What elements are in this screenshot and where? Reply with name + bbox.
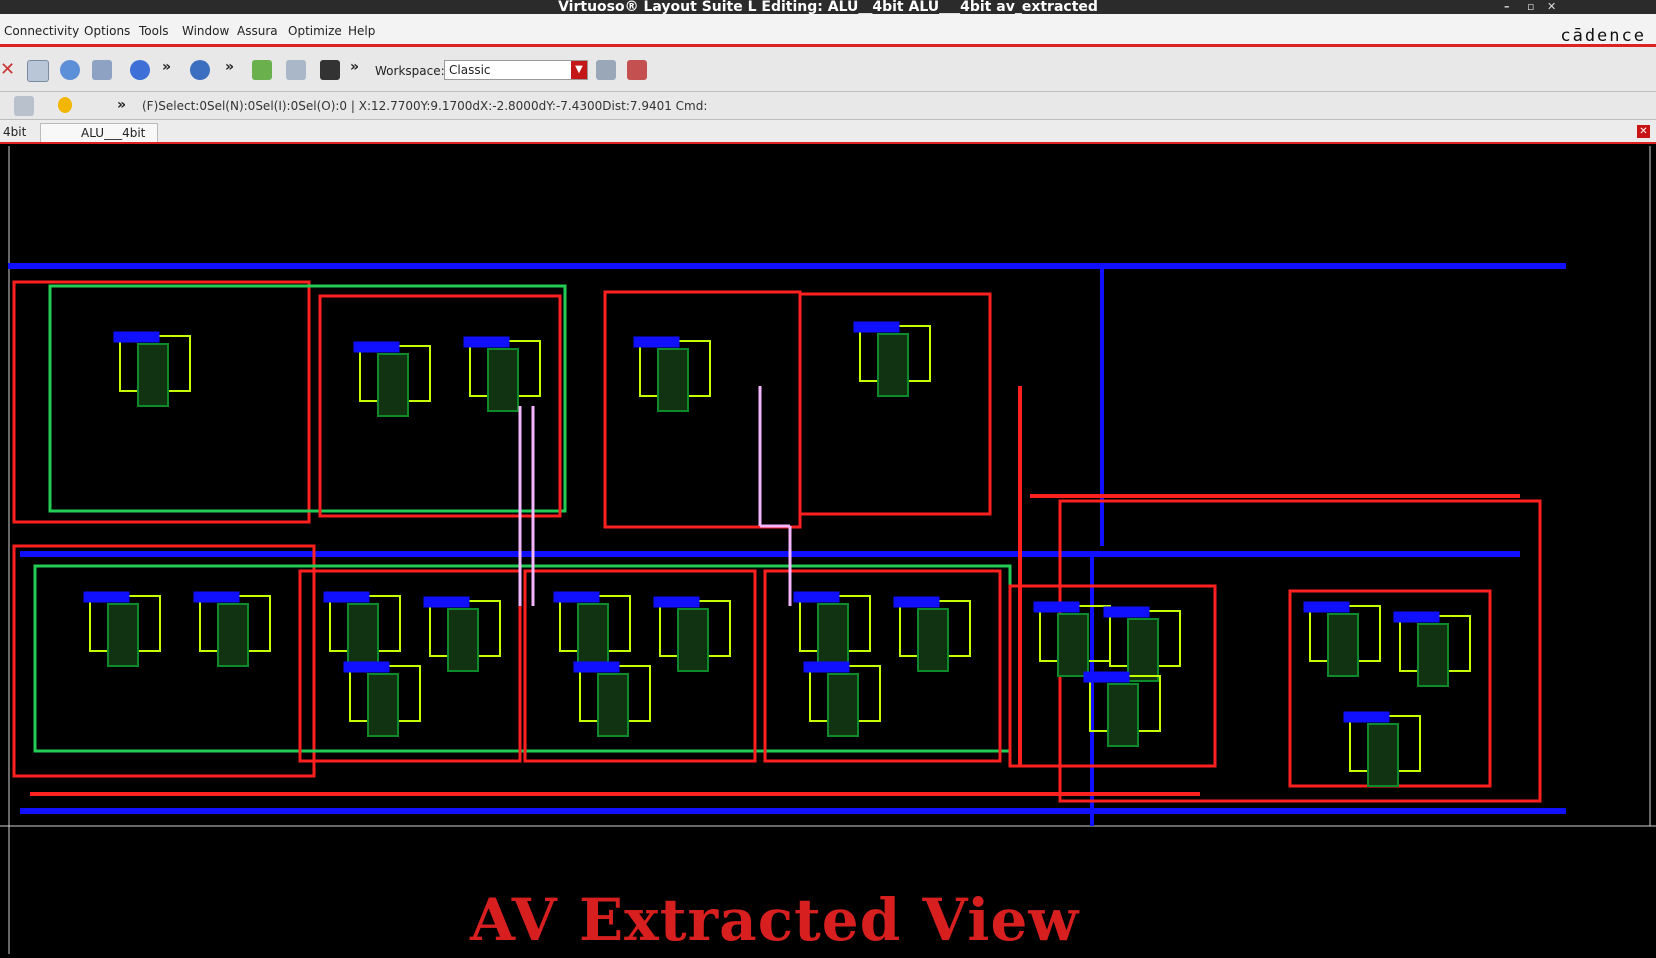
menu-window[interactable]: Window bbox=[182, 24, 229, 38]
poly-gate bbox=[377, 353, 409, 417]
tab-bar: 4bit ALU___4bit ✕ bbox=[0, 120, 1656, 144]
metal-contact bbox=[853, 321, 900, 333]
workspace-load-icon[interactable] bbox=[627, 60, 647, 80]
cell-outline bbox=[12, 544, 316, 778]
poly-gate bbox=[447, 608, 479, 672]
poly-gate bbox=[1327, 613, 1359, 677]
tab-alu-4bit[interactable]: ALU___4bit bbox=[40, 123, 158, 142]
menu-optimize[interactable]: Optimize bbox=[288, 24, 342, 38]
workspace-save-icon[interactable] bbox=[596, 60, 616, 80]
close-icon[interactable]: ✕ bbox=[0, 60, 15, 80]
tab-close-icon[interactable]: ✕ bbox=[1637, 125, 1650, 138]
poly-gate bbox=[677, 608, 709, 672]
metal-contact bbox=[803, 661, 850, 673]
poly-gate bbox=[917, 608, 949, 672]
align-icon[interactable] bbox=[92, 60, 112, 80]
metal-contact bbox=[573, 661, 620, 673]
main-toolbar: ✕ » » » Workspace: Classic ▼ bbox=[0, 47, 1656, 92]
poly-gate bbox=[1107, 683, 1139, 747]
toolbar-more-button[interactable]: » bbox=[162, 59, 171, 75]
menu-options[interactable]: Options bbox=[84, 24, 130, 38]
metal-contact bbox=[113, 331, 160, 343]
library-icon[interactable] bbox=[27, 60, 49, 82]
metal-contact bbox=[193, 591, 240, 603]
tab-4bit[interactable]: 4bit bbox=[3, 123, 26, 142]
info-icon[interactable] bbox=[60, 60, 80, 80]
poly-gate bbox=[1057, 613, 1089, 677]
lightbulb-icon[interactable] bbox=[58, 97, 72, 113]
metal-contact bbox=[633, 336, 680, 348]
probe-icon[interactable] bbox=[320, 60, 340, 80]
menu-assura[interactable]: Assura bbox=[237, 24, 278, 38]
toolbar-more-button[interactable]: » bbox=[225, 59, 234, 75]
metal-contact bbox=[1303, 601, 1350, 613]
metal-contact bbox=[1103, 606, 1150, 618]
poly-gate bbox=[1417, 623, 1449, 687]
poly-gate bbox=[1127, 618, 1159, 682]
statusbar-more-button[interactable]: » bbox=[117, 97, 126, 113]
minimize-icon[interactable]: – bbox=[1504, 0, 1510, 14]
poly-gate bbox=[577, 603, 609, 667]
select-filter-icon[interactable] bbox=[14, 96, 34, 116]
metal-contact bbox=[653, 596, 700, 608]
poly-gate bbox=[137, 343, 169, 407]
poly-gate bbox=[1367, 723, 1399, 787]
poly-gate bbox=[827, 673, 859, 737]
cell-outline bbox=[318, 294, 562, 518]
metal-contact bbox=[463, 336, 510, 348]
poly-gate bbox=[347, 603, 379, 667]
metal-contact bbox=[1393, 611, 1440, 623]
poly-gate bbox=[597, 673, 629, 737]
maximize-icon[interactable]: ▫ bbox=[1527, 0, 1534, 14]
poly-gate bbox=[657, 348, 689, 412]
metal-contact bbox=[553, 591, 600, 603]
status-readout: (F)Select:0Sel(N):0Sel(I):0Sel(O):0 | X:… bbox=[142, 99, 708, 113]
metal-contact bbox=[1343, 711, 1390, 723]
metal-contact bbox=[343, 661, 390, 673]
poly-gate bbox=[487, 348, 519, 412]
workspace-select[interactable]: Classic ▼ bbox=[444, 60, 588, 80]
metal-contact bbox=[1083, 671, 1130, 683]
cell-outline bbox=[603, 290, 802, 529]
metal-contact bbox=[353, 341, 400, 353]
workspace-label: Workspace: bbox=[375, 64, 445, 78]
menu-help[interactable]: Help bbox=[348, 24, 375, 38]
layout-drawing bbox=[0, 146, 1656, 954]
poly-gate bbox=[367, 673, 399, 737]
window-title-bar: Virtuoso® Layout Suite L Editing: ALU__4… bbox=[0, 0, 1656, 14]
menu-connectivity[interactable]: Connectivity bbox=[4, 24, 79, 38]
cadence-logo: cādence bbox=[1560, 26, 1646, 46]
poly-gate bbox=[877, 333, 909, 397]
create-instance-icon[interactable] bbox=[252, 60, 272, 80]
status-bar: » (F)Select:0Sel(N):0Sel(I):0Sel(O):0 | … bbox=[0, 92, 1656, 120]
nwell-outline bbox=[33, 564, 1012, 753]
window-close-icon[interactable]: ✕ bbox=[1547, 0, 1556, 14]
chevron-down-icon[interactable]: ▼ bbox=[571, 61, 587, 79]
menu-bar: Connectivity Options Tools Window Assura… bbox=[0, 14, 1656, 47]
toolbar-more-button[interactable]: » bbox=[350, 59, 359, 75]
metal-contact bbox=[893, 596, 940, 608]
layout-canvas[interactable]: AV Extracted View bbox=[0, 146, 1656, 954]
canvas-caption: AV Extracted View bbox=[470, 886, 1080, 954]
zoom-icon[interactable] bbox=[190, 60, 210, 80]
metal-contact bbox=[83, 591, 130, 603]
label-icon[interactable] bbox=[286, 60, 306, 80]
metal-contact bbox=[323, 591, 370, 603]
metal-contact bbox=[1033, 601, 1080, 613]
menu-tools[interactable]: Tools bbox=[139, 24, 169, 38]
poly-gate bbox=[817, 603, 849, 667]
poly-gate bbox=[217, 603, 249, 667]
window-title: Virtuoso® Layout Suite L Editing: ALU__4… bbox=[558, 0, 1098, 15]
workspace-value: Classic bbox=[449, 63, 491, 77]
metal-contact bbox=[793, 591, 840, 603]
poly-gate bbox=[107, 603, 139, 667]
metal-contact bbox=[423, 596, 470, 608]
refresh-icon[interactable] bbox=[130, 60, 150, 80]
